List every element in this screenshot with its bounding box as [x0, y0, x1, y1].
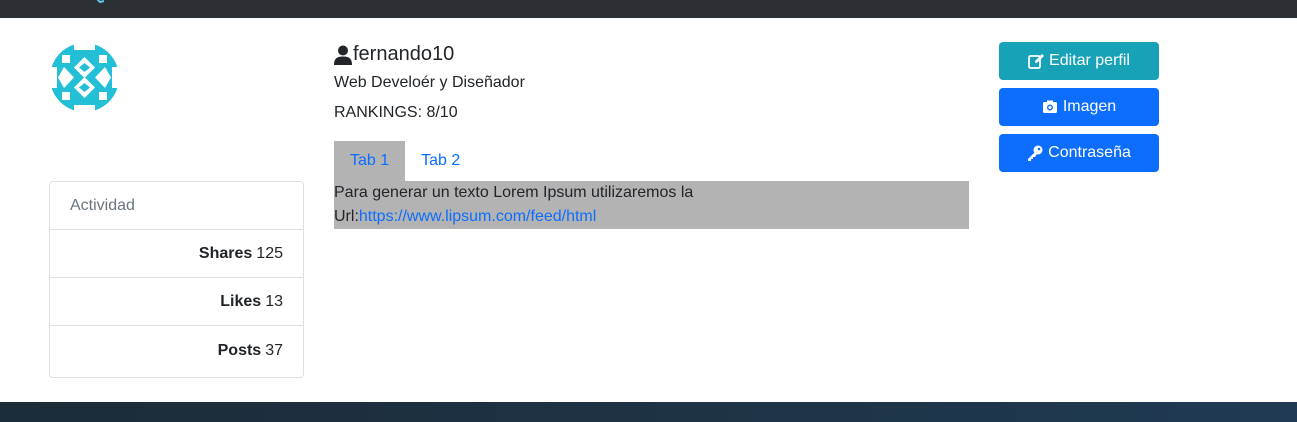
panel-text: Para generar un texto Lorem Ipsum utiliz… [334, 184, 694, 201]
image-label: Imagen [1062, 98, 1117, 115]
user-role: Web Develoér y Diseñador [334, 74, 525, 91]
profile-tabs: Tab 1 Tab 2 [334, 141, 476, 181]
edit-profile-label: Editar perfil [1049, 52, 1130, 69]
top-navbar [0, 0, 1297, 18]
panel-url-line: Url:https://www.lipsum.com/feed/html [334, 205, 969, 229]
username-heading: fernando10 [334, 43, 454, 66]
stat-label: Likes [220, 292, 262, 310]
stat-shares: Shares 125 [50, 230, 303, 278]
stat-label: Shares [198, 244, 253, 262]
user-ranking: RANKINGS: 8/10 [334, 104, 458, 121]
tab-panel: Para generar un texto Lorem Ipsum utiliz… [334, 181, 969, 229]
password-label: Contraseña [1048, 144, 1131, 161]
avatar [50, 43, 119, 112]
key-icon [1028, 145, 1043, 161]
user-icon [334, 45, 352, 65]
stat-value: 125 [256, 244, 283, 262]
stat-value: 37 [265, 341, 283, 359]
brand-logo-icon[interactable] [92, 0, 106, 4]
camera-icon [1042, 100, 1057, 113]
stat-likes: Likes 13 [50, 278, 303, 326]
lipsum-link[interactable]: https://www.lipsum.com/feed/html [359, 208, 596, 225]
stat-posts: Posts 37 [50, 326, 303, 375]
footer-bar [0, 402, 1297, 422]
username: fernando10 [353, 43, 455, 65]
tab-2[interactable]: Tab 2 [405, 141, 476, 181]
stat-label: Posts [217, 341, 262, 359]
tab-1[interactable]: Tab 1 [334, 141, 406, 181]
stat-value: 13 [265, 292, 283, 310]
activity-card: Actividad Shares 125 Likes 13 Posts 37 [49, 181, 304, 378]
activity-header: Actividad [50, 182, 303, 230]
url-prefix: Url: [334, 208, 359, 225]
password-button[interactable]: Contraseña [999, 134, 1159, 172]
edit-profile-button[interactable]: Editar perfil [999, 42, 1159, 80]
edit-icon [1028, 54, 1045, 69]
image-button[interactable]: Imagen [999, 88, 1159, 126]
